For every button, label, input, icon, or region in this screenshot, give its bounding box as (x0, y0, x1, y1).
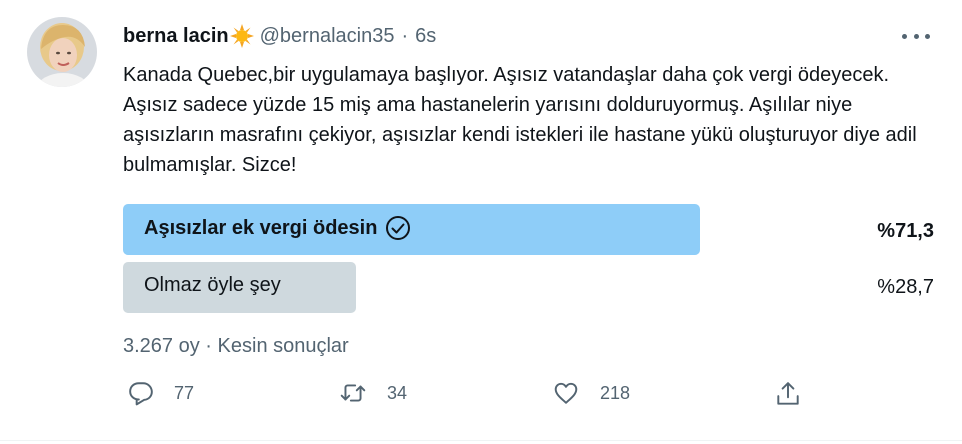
reply-button[interactable]: 77 (128, 380, 194, 406)
more-icon[interactable] (902, 30, 930, 42)
poll-option-1: Aşısızlar ek vergi ödesin (144, 215, 411, 241)
poll-option-2: Olmaz öyle şey (144, 274, 281, 297)
poll-footer-separator: · (205, 335, 212, 357)
display-name[interactable]: berna lacin (123, 25, 229, 48)
timestamp[interactable]: 6s (415, 25, 436, 48)
heart-icon (552, 380, 580, 406)
tweet-header: berna lacin @bernalacin35 · 6s (123, 24, 436, 48)
share-icon (775, 380, 801, 408)
poll-option-2-percent: %28,7 (877, 276, 934, 298)
tweet[interactable]: berna lacin @bernalacin35 · 6s Kanada Qu… (0, 0, 962, 444)
retweet-icon (339, 380, 367, 406)
avatar[interactable] (27, 17, 97, 87)
divider (0, 440, 962, 441)
handle[interactable]: @bernalacin35 (260, 25, 395, 48)
tweet-text: Kanada Quebec,bir uygulamaya başlıyor. A… (123, 64, 917, 176)
like-count: 218 (600, 382, 631, 403)
poll-status: Kesin sonuçlar (217, 335, 349, 357)
action-bar: 77 34 218 (0, 380, 962, 420)
poll-votes: 3.267 oy (123, 335, 200, 357)
check-circle-icon (385, 215, 411, 241)
reply-count: 77 (174, 382, 195, 403)
sun-icon (229, 24, 254, 48)
poll-option-1-percent: %71,3 (877, 220, 934, 242)
reply-icon (128, 380, 154, 406)
poll-option-1-label: Aşısızlar ek vergi ödesin (144, 216, 378, 239)
poll-footer: 3.267 oy · Kesin sonuçlar (123, 335, 349, 358)
retweet-button[interactable]: 34 (339, 380, 407, 406)
poll-option-2-label: Olmaz öyle şey (144, 274, 281, 296)
like-button[interactable]: 218 (552, 380, 630, 406)
share-button[interactable] (775, 380, 801, 408)
retweet-count: 34 (387, 382, 408, 403)
header-separator: · (401, 24, 409, 47)
